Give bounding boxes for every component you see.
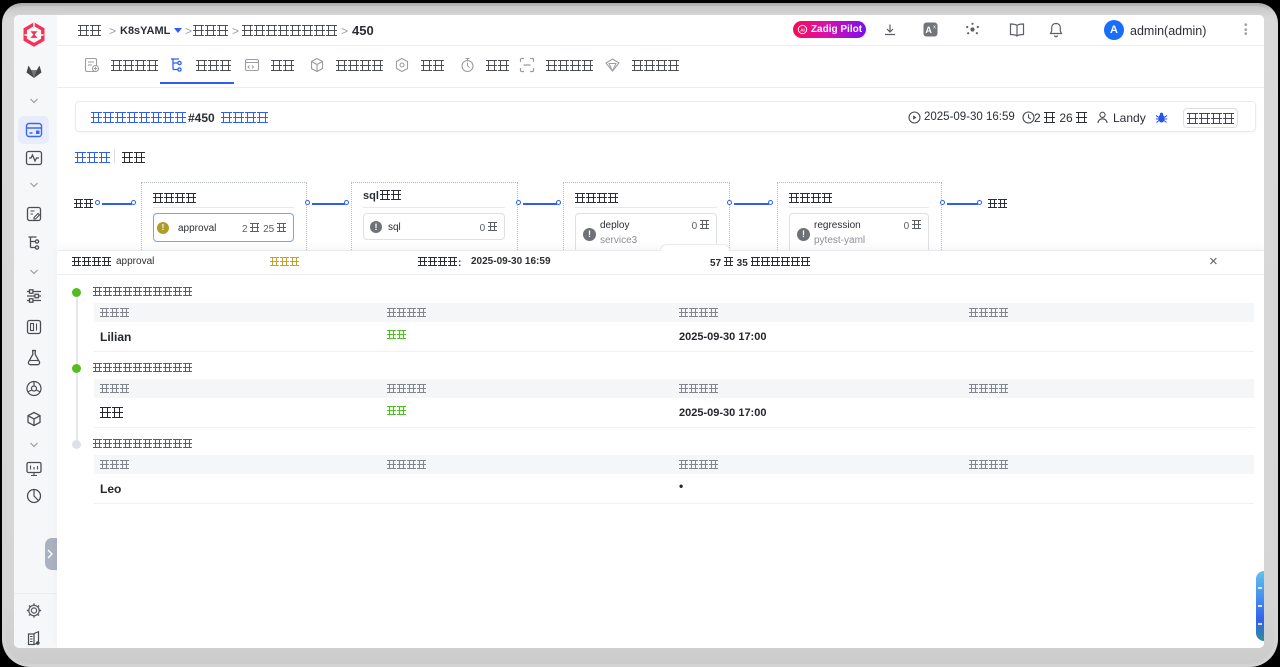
- svg-text:A: A: [925, 25, 932, 35]
- svg-text:x: x: [933, 25, 936, 31]
- svg-text:AI: AI: [800, 28, 805, 33]
